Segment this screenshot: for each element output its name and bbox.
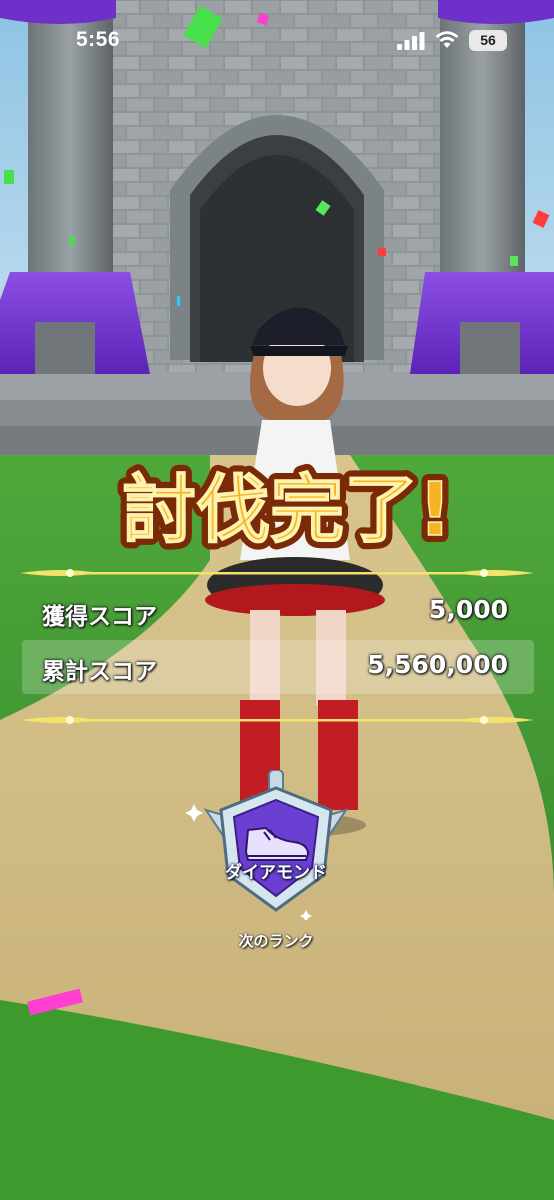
gold-divider-bottom: [20, 716, 534, 724]
battery-indicator: 56: [469, 30, 507, 51]
total-score-value: 5,560,000: [367, 650, 508, 679]
status-bar: 5:56 56: [0, 0, 554, 84]
score-row-earned: 獲得スコア 5,000: [22, 585, 534, 639]
wifi-icon: [435, 31, 459, 48]
clock: 5:56: [76, 28, 121, 51]
diamond-rank-badge: [186, 770, 349, 920]
gold-divider-top: [20, 569, 534, 577]
result-title: 討伐完了! 討伐完了!: [115, 460, 459, 560]
rank-name: ダイアモンド: [225, 863, 327, 883]
earned-score-value: 5,000: [428, 595, 508, 624]
earned-score-label: 獲得スコア: [42, 604, 157, 630]
next-rank-caption: 次のランク: [238, 932, 314, 950]
score-row-total: 累計スコア 5,560,000: [22, 640, 534, 694]
cellular-signal-icon: [397, 32, 425, 50]
total-score-label: 累計スコア: [42, 659, 157, 685]
result-title-text-fill: 討伐完了!: [122, 467, 452, 553]
